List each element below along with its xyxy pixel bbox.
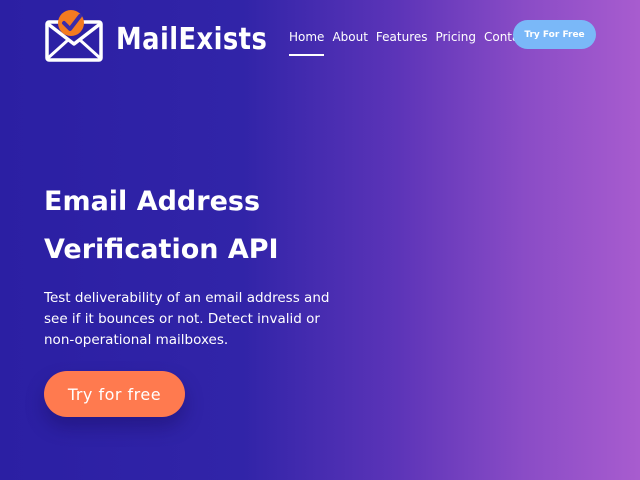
hero-description: Test deliverability of an email address … [44, 290, 330, 348]
hero-title-line-2: Verification API [44, 234, 279, 265]
nav-item-pricing[interactable]: Pricing [436, 30, 476, 56]
hero-title: Email Address Verification API [44, 178, 464, 274]
brand-logo[interactable]: MailExists [44, 8, 292, 64]
main-nav: Home About Features Pricing Contact [289, 30, 539, 56]
hero-title-line-1: Email Address [44, 186, 261, 217]
brand-name: MailExists [116, 21, 268, 57]
site-header: MailExists Home About Features Pricing C… [0, 0, 640, 72]
hero-try-free-button[interactable]: Try for free [44, 371, 185, 417]
nav-item-features[interactable]: Features [376, 30, 428, 56]
envelope-check-icon [45, 10, 103, 62]
nav-item-about[interactable]: About [332, 30, 367, 56]
nav-item-home[interactable]: Home [289, 30, 325, 56]
header-try-free-button[interactable]: Try For Free [513, 20, 596, 49]
